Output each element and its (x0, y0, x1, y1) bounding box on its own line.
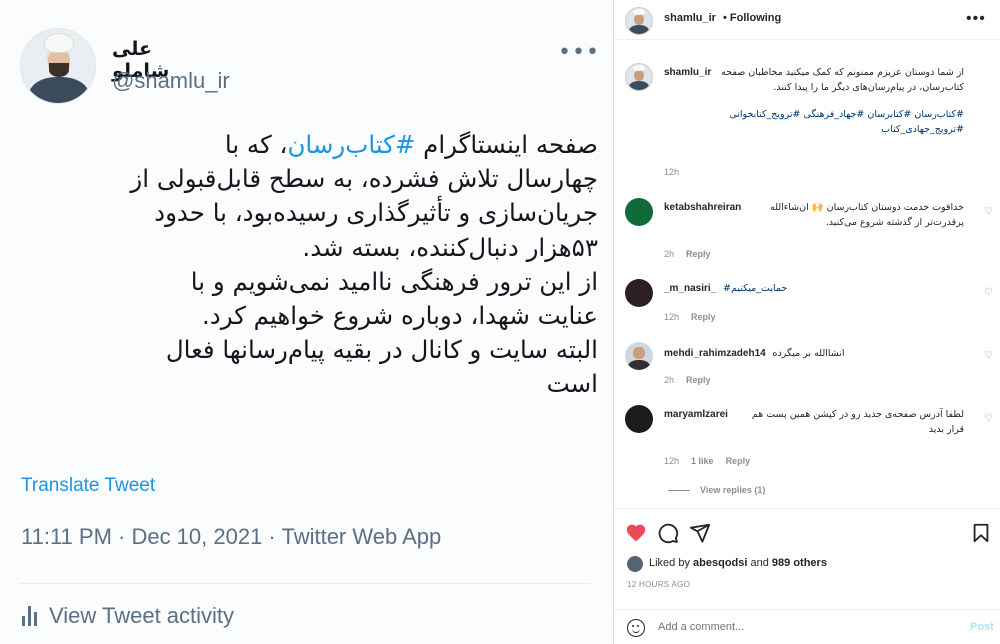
comments-scroll-area[interactable]: shamlu_ir از شما دوستان عزیزم ممنونم که … (614, 41, 1000, 508)
view-replies-label: View replies (1) (700, 485, 766, 495)
comment-username[interactable]: _m_nasiri_ (664, 283, 716, 294)
tweet-text-segment: جریان‌سازی و تأثیرگذاری رسیده‌بود، با حد… (154, 198, 598, 228)
analytics-bars-icon (22, 606, 37, 626)
comment-like-icon[interactable]: ♡ (984, 287, 993, 298)
tweet-text-segment: از این ترور فرهنگی ناامید نمی‌شویم و با (190, 266, 598, 296)
post-comment-button[interactable]: Post (970, 621, 994, 633)
liked-by-prefix: Liked by (649, 557, 694, 569)
others-count[interactable]: 989 others (772, 557, 827, 569)
likes-summary[interactable]: Liked by abesqodsi and 989 others (649, 557, 827, 569)
tweet-text-line: البته سایت و کانال در بقیه پیام‌رسانها ف… (20, 333, 598, 367)
view-replies-button[interactable]: View replies (1) (668, 485, 765, 495)
reply-button[interactable]: Reply (686, 375, 711, 385)
comment-meta: 12h 1 like Reply (664, 456, 762, 466)
translate-tweet-link[interactable]: Translate Tweet (21, 475, 155, 497)
view-tweet-activity-label: View Tweet activity (49, 603, 235, 628)
tweet-text-line: صفحه اینستاگرام #کتاب‌رسان، که با (20, 128, 598, 162)
comment-time: 2h (664, 375, 675, 385)
comment-text: انشاالله بر میگرده (772, 348, 845, 359)
reply-button[interactable]: Reply (686, 249, 711, 259)
more-options-icon[interactable]: ••• (558, 40, 600, 65)
caption-time: 12h (664, 167, 680, 177)
tweet-text-segment: عنایت شهدا، دوباره شروع خواهیم کرد. (202, 301, 598, 331)
comment-like-icon[interactable]: ♡ (984, 206, 993, 217)
tweet-text-segment: ، که با (224, 130, 288, 159)
post-header: shamlu_ir • Following ••• (614, 0, 1000, 40)
reply-button[interactable]: Reply (726, 456, 751, 466)
comment-time: 12h (664, 456, 680, 466)
save-bookmark-icon[interactable] (970, 522, 992, 544)
comment-username[interactable]: ketabshahreiran (664, 202, 741, 213)
separator-dot: • (723, 12, 727, 24)
comment-like-count[interactable]: 1 like (691, 456, 714, 466)
add-comment-input[interactable] (658, 621, 948, 633)
tweet-text-segment: است (546, 369, 598, 399)
view-tweet-activity-button[interactable]: View Tweet activity (22, 603, 234, 629)
post-timestamp: 12 HOURS AGO (627, 580, 691, 589)
liker-avatar[interactable] (627, 556, 643, 572)
comment-meta: 2h Reply (664, 249, 723, 259)
reply-button[interactable]: Reply (691, 312, 716, 322)
add-comment-bar: Post (614, 609, 1000, 644)
tweet-author-handle[interactable]: @shamlu_ir (112, 68, 230, 94)
tweet-text-segment: چهارسال تلاش فشرده، به سطح قابل‌قبولی از (130, 164, 598, 194)
post-options-icon[interactable]: ••• (966, 10, 986, 28)
tweet-card: علی شاملو @shamlu_ir ••• صفحه اینستاگرام… (0, 0, 613, 644)
tweet-divider (21, 583, 591, 584)
tweet-text-segment: ۵۳هزار دنبال‌کننده، بسته شد. (302, 232, 598, 262)
caption-username[interactable]: shamlu_ir (664, 67, 711, 78)
tweet-timestamp-source[interactable]: 11:11 PM · Dec 10, 2021 · Twitter Web Ap… (21, 524, 441, 550)
instagram-post-panel: shamlu_ir • Following ••• shamlu_ir از ش… (613, 0, 1000, 644)
following-label: Following (729, 12, 782, 24)
commenter-avatar[interactable] (625, 342, 653, 370)
liker-username[interactable]: abesqodsi (693, 557, 747, 569)
tweet-author-avatar[interactable] (20, 28, 96, 104)
comment-time: 12h (664, 312, 680, 322)
tweet-text-line: عنایت شهدا، دوباره شروع خواهیم کرد. (20, 299, 598, 333)
like-heart-icon[interactable] (625, 522, 647, 544)
commenter-avatar[interactable] (625, 198, 653, 226)
emoji-icon[interactable] (627, 619, 645, 637)
tweet-body-text: صفحه اینستاگرام #کتاب‌رسان، که با چهارسال… (20, 128, 598, 402)
post-actions-bar: Liked by abesqodsi and 989 others 12 HOU… (614, 508, 1000, 644)
caption-hashtags[interactable]: #کتاب‌رسان #کتابرسان #جهاد_فرهنگی #ترویج… (664, 107, 964, 137)
hashtag-link[interactable]: #کتاب‌رسان (287, 130, 415, 159)
comment-text[interactable]: #حمایت_میکنیم (723, 283, 787, 294)
author-avatar[interactable] (625, 7, 653, 35)
caption-author-avatar[interactable] (625, 63, 653, 91)
comment-meta: 12h Reply (664, 312, 728, 322)
tweet-text-line: جریان‌سازی و تأثیرگذاری رسیده‌بود، با حد… (20, 196, 598, 230)
comment-like-icon[interactable]: ♡ (984, 350, 993, 361)
follow-status[interactable]: • Following (723, 12, 781, 24)
tweet-text-line: ۵۳هزار دنبال‌کننده، بسته شد. (20, 231, 598, 265)
comment-like-icon[interactable]: ♡ (984, 413, 993, 424)
share-icon[interactable] (689, 522, 711, 544)
commenter-avatar[interactable] (625, 405, 653, 433)
comment-meta: 2h Reply (664, 375, 723, 385)
author-username[interactable]: shamlu_ir (664, 12, 716, 24)
tweet-text-line: چهارسال تلاش فشرده، به سطح قابل‌قبولی از (20, 162, 598, 196)
comment-time: 2h (664, 249, 675, 259)
comment-icon[interactable] (657, 522, 679, 544)
commenter-avatar[interactable] (625, 279, 653, 307)
tweet-text-line: از این ترور فرهنگی ناامید نمی‌شویم و با (20, 265, 598, 299)
tweet-text-segment: صفحه اینستاگرام (415, 130, 598, 159)
comment-username[interactable]: mehdi_rahimzadeh14 (664, 348, 766, 359)
tweet-text-line: است (20, 367, 598, 401)
comment-username[interactable]: maryamlzarei (664, 409, 728, 420)
tweet-text-segment: البته سایت و کانال در بقیه پیام‌رسانها ف… (165, 335, 598, 365)
liked-by-middle: and (747, 557, 772, 569)
